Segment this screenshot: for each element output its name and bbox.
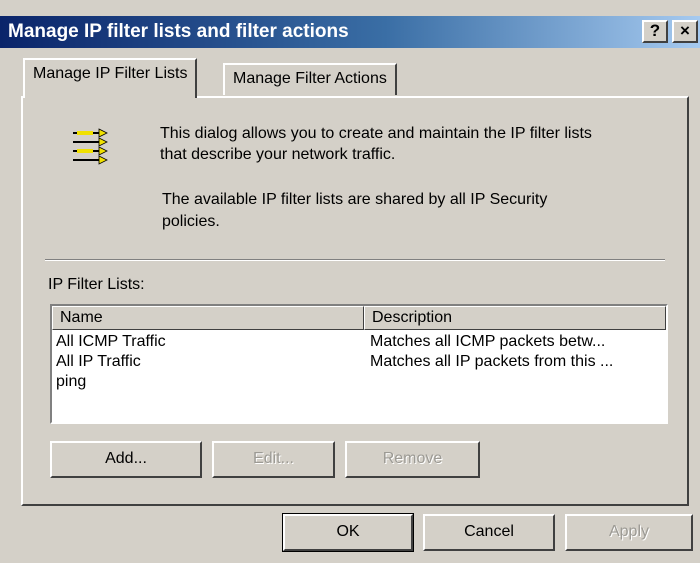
add-button[interactable]: Add... — [50, 441, 202, 478]
row-name: All IP Traffic — [56, 353, 141, 370]
filter-lists-label: IP Filter Lists: — [48, 276, 145, 293]
help-button[interactable]: ? — [642, 20, 668, 43]
tab-panel: This dialog allows you to create and mai… — [21, 96, 689, 506]
row-description: Matches all IP packets from this ... — [370, 353, 614, 370]
row-name: ping — [56, 373, 87, 390]
separator — [45, 259, 665, 261]
info-text-line-3: The available IP filter lists are shared… — [162, 191, 548, 208]
edit-button[interactable]: Edit... — [212, 441, 335, 478]
apply-button[interactable]: Apply — [565, 514, 693, 551]
cancel-button[interactable]: Cancel — [423, 514, 555, 551]
title-bar[interactable]: Manage IP filter lists and filter action… — [0, 16, 700, 48]
row-description: Matches all ICMP packets betw... — [370, 333, 606, 350]
column-header-name[interactable]: Name — [52, 306, 364, 330]
column-header-description[interactable]: Description — [364, 306, 666, 330]
ok-button[interactable]: OK — [282, 513, 414, 552]
row-name: All ICMP Traffic — [56, 333, 166, 350]
close-button[interactable]: × — [672, 20, 698, 43]
window-title: Manage IP filter lists and filter action… — [8, 21, 349, 42]
info-text-line-2: that describe your network traffic. — [160, 146, 396, 163]
dialog-window: Manage IP filter lists and filter action… — [0, 0, 700, 563]
remove-button[interactable]: Remove — [345, 441, 480, 478]
filter-list[interactable]: Name Description All ICMP Traffic Matche… — [50, 304, 668, 424]
tab-manage-ip-filter-lists[interactable]: Manage IP Filter Lists — [23, 58, 198, 98]
info-text-line-1: This dialog allows you to create and mai… — [160, 125, 592, 142]
filter-list-icon — [69, 127, 113, 167]
tab-manage-filter-actions[interactable]: Manage Filter Actions — [223, 63, 397, 95]
info-text-line-4: policies. — [162, 213, 220, 230]
